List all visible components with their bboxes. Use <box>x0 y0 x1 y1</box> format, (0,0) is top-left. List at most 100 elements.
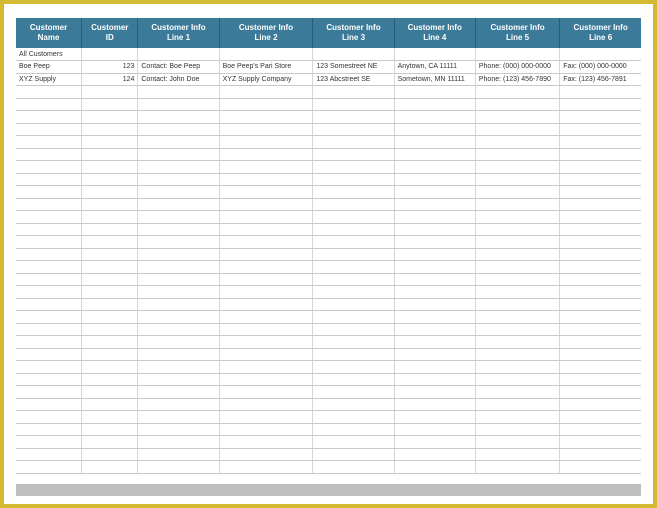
cell-name[interactable]: XYZ Supply <box>16 73 82 86</box>
cell-empty[interactable] <box>313 148 394 161</box>
cell-empty[interactable] <box>394 173 475 186</box>
cell-empty[interactable] <box>394 398 475 411</box>
cell-empty[interactable] <box>394 423 475 436</box>
cell-empty[interactable] <box>16 148 82 161</box>
cell-empty[interactable] <box>138 173 219 186</box>
cell-empty[interactable] <box>560 248 641 261</box>
cell-empty[interactable] <box>475 298 559 311</box>
cell-empty[interactable] <box>560 373 641 386</box>
cell-empty[interactable] <box>475 161 559 174</box>
cell-empty[interactable] <box>16 98 82 111</box>
cell-empty[interactable] <box>138 148 219 161</box>
cell-l5[interactable] <box>475 48 559 61</box>
cell-empty[interactable] <box>313 348 394 361</box>
cell-l5[interactable]: Phone: (000) 000-0000 <box>475 61 559 74</box>
cell-empty[interactable] <box>82 98 138 111</box>
cell-empty[interactable] <box>313 248 394 261</box>
cell-empty[interactable] <box>560 136 641 149</box>
cell-empty[interactable] <box>313 223 394 236</box>
cell-empty[interactable] <box>475 98 559 111</box>
cell-empty[interactable] <box>475 248 559 261</box>
cell-empty[interactable] <box>16 436 82 449</box>
cell-empty[interactable] <box>82 311 138 324</box>
cell-empty[interactable] <box>313 173 394 186</box>
cell-empty[interactable] <box>313 86 394 99</box>
cell-empty[interactable] <box>560 173 641 186</box>
cell-empty[interactable] <box>219 436 313 449</box>
cell-empty[interactable] <box>16 123 82 136</box>
cell-empty[interactable] <box>16 198 82 211</box>
cell-empty[interactable] <box>219 348 313 361</box>
cell-empty[interactable] <box>138 111 219 124</box>
cell-empty[interactable] <box>219 323 313 336</box>
cell-empty[interactable] <box>82 223 138 236</box>
cell-empty[interactable] <box>82 298 138 311</box>
cell-empty[interactable] <box>138 373 219 386</box>
cell-id[interactable]: 123 <box>82 61 138 74</box>
cell-empty[interactable] <box>394 461 475 474</box>
cell-empty[interactable] <box>138 261 219 274</box>
cell-empty[interactable] <box>313 373 394 386</box>
cell-empty[interactable] <box>394 373 475 386</box>
cell-empty[interactable] <box>560 148 641 161</box>
cell-empty[interactable] <box>313 461 394 474</box>
cell-empty[interactable] <box>16 311 82 324</box>
cell-empty[interactable] <box>560 436 641 449</box>
cell-empty[interactable] <box>138 198 219 211</box>
cell-empty[interactable] <box>16 211 82 224</box>
cell-empty[interactable] <box>560 186 641 199</box>
cell-empty[interactable] <box>219 248 313 261</box>
cell-empty[interactable] <box>219 236 313 249</box>
cell-empty[interactable] <box>219 336 313 349</box>
cell-empty[interactable] <box>394 261 475 274</box>
cell-empty[interactable] <box>394 198 475 211</box>
cell-empty[interactable] <box>82 236 138 249</box>
cell-empty[interactable] <box>82 111 138 124</box>
cell-empty[interactable] <box>82 348 138 361</box>
cell-empty[interactable] <box>475 223 559 236</box>
cell-empty[interactable] <box>560 448 641 461</box>
cell-empty[interactable] <box>219 223 313 236</box>
cell-empty[interactable] <box>16 111 82 124</box>
cell-empty[interactable] <box>475 148 559 161</box>
cell-empty[interactable] <box>560 348 641 361</box>
cell-empty[interactable] <box>82 386 138 399</box>
cell-empty[interactable] <box>16 236 82 249</box>
col-header-name[interactable]: CustomerName <box>16 18 82 48</box>
cell-empty[interactable] <box>219 86 313 99</box>
cell-empty[interactable] <box>475 273 559 286</box>
col-header-line6[interactable]: Customer InfoLine 6 <box>560 18 641 48</box>
cell-empty[interactable] <box>82 136 138 149</box>
cell-empty[interactable] <box>82 198 138 211</box>
cell-empty[interactable] <box>82 411 138 424</box>
cell-empty[interactable] <box>475 361 559 374</box>
cell-empty[interactable] <box>219 198 313 211</box>
cell-empty[interactable] <box>475 211 559 224</box>
cell-empty[interactable] <box>394 311 475 324</box>
cell-empty[interactable] <box>475 348 559 361</box>
cell-empty[interactable] <box>16 461 82 474</box>
cell-empty[interactable] <box>313 98 394 111</box>
cell-empty[interactable] <box>394 298 475 311</box>
cell-empty[interactable] <box>138 98 219 111</box>
cell-empty[interactable] <box>138 361 219 374</box>
cell-empty[interactable] <box>475 123 559 136</box>
cell-empty[interactable] <box>219 286 313 299</box>
cell-empty[interactable] <box>313 411 394 424</box>
cell-empty[interactable] <box>138 311 219 324</box>
cell-empty[interactable] <box>560 311 641 324</box>
cell-empty[interactable] <box>138 136 219 149</box>
cell-empty[interactable] <box>394 286 475 299</box>
cell-l3[interactable] <box>313 48 394 61</box>
cell-empty[interactable] <box>138 398 219 411</box>
cell-empty[interactable] <box>138 286 219 299</box>
cell-empty[interactable] <box>16 348 82 361</box>
cell-empty[interactable] <box>394 186 475 199</box>
cell-empty[interactable] <box>219 136 313 149</box>
cell-empty[interactable] <box>394 361 475 374</box>
cell-empty[interactable] <box>475 261 559 274</box>
cell-empty[interactable] <box>313 273 394 286</box>
cell-name[interactable]: Boe Peep <box>16 61 82 74</box>
cell-empty[interactable] <box>219 423 313 436</box>
cell-empty[interactable] <box>138 236 219 249</box>
